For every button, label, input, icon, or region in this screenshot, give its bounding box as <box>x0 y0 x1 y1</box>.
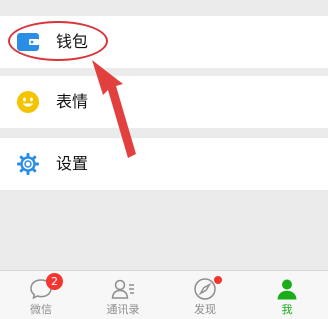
tab-label: 我 <box>281 303 293 316</box>
menu-item-settings[interactable]: 设置 <box>0 138 328 190</box>
contacts-icon <box>110 276 136 302</box>
new-dot-badge <box>214 276 222 284</box>
tab-discover[interactable]: 发现 <box>164 271 246 319</box>
menu-item-label: 设置 <box>56 154 89 173</box>
emoji-icon <box>16 90 40 114</box>
me-page: 钱包 表情 设置 2 微信 通讯录 发现 我 <box>0 0 328 319</box>
bottom-tab-bar: 2 微信 通讯录 发现 我 <box>0 270 328 319</box>
unread-badge: 2 <box>46 273 63 290</box>
tab-label: 微信 <box>30 303 52 316</box>
tab-label: 通讯录 <box>106 303 140 316</box>
menu-item-emoji[interactable]: 表情 <box>0 76 328 128</box>
tab-me[interactable]: 我 <box>246 271 328 319</box>
settings-gear-icon <box>16 152 40 176</box>
tab-contacts[interactable]: 通讯录 <box>82 271 164 319</box>
tab-label: 发现 <box>194 303 216 316</box>
menu-item-label: 表情 <box>56 92 89 111</box>
tab-chats[interactable]: 2 微信 <box>0 271 82 319</box>
annotation-circle <box>8 21 108 61</box>
person-icon <box>274 276 300 302</box>
